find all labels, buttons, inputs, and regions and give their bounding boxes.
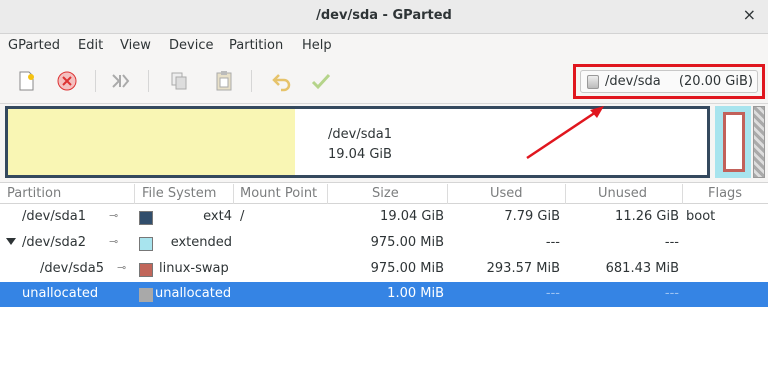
partition-table-header: Partition File System Mount Point Size U… xyxy=(0,182,768,204)
partition-name: /dev/sda1 xyxy=(22,209,86,224)
diskmap-unallocated[interactable] xyxy=(753,106,765,178)
table-row[interactable]: /dev/sda1 ⊸ ext4 / 19.04 GiB 7.79 GiB 11… xyxy=(0,205,768,230)
used-space-bar xyxy=(8,109,295,175)
table-row[interactable]: unallocated unallocated 1.00 MiB --- --- xyxy=(0,282,768,307)
filesystem-color-swatch xyxy=(139,237,153,251)
key-icon: ⊸ xyxy=(109,209,119,222)
size-value: 1.00 MiB xyxy=(387,286,444,301)
col-flags[interactable]: Flags xyxy=(708,186,742,201)
paste-icon[interactable] xyxy=(212,69,236,93)
column-separator xyxy=(565,184,566,204)
filesystem-name: linux-swap xyxy=(159,261,229,276)
filesystem-color-swatch xyxy=(139,211,153,225)
menu-help[interactable]: Help xyxy=(302,38,332,53)
window-title: /dev/sda - GParted xyxy=(316,8,452,23)
menu-edit[interactable]: Edit xyxy=(78,38,103,53)
col-size[interactable]: Size xyxy=(372,186,399,201)
flags-value: boot xyxy=(686,209,716,224)
used-value: 7.79 GiB xyxy=(504,209,560,224)
menu-bar: GParted Edit View Device Partition Help xyxy=(0,34,768,60)
column-separator xyxy=(233,184,234,204)
partition-name: /dev/sda5 xyxy=(40,261,104,276)
diskmap-partition-swap[interactable] xyxy=(723,112,745,172)
harddisk-icon xyxy=(587,75,599,89)
used-value: --- xyxy=(545,286,560,301)
table-row[interactable]: /dev/sda2 ⊸ extended 975.00 MiB --- --- xyxy=(0,231,768,256)
toolbar-separator xyxy=(148,70,149,92)
diskmap-partition-sda1[interactable]: /dev/sda1 19.04 GiB xyxy=(5,106,710,178)
close-icon[interactable]: × xyxy=(743,5,756,24)
used-value: --- xyxy=(545,235,560,250)
expander-triangle-icon[interactable] xyxy=(6,238,16,245)
col-mountpoint[interactable]: Mount Point xyxy=(240,186,317,201)
diskmap-partition-extended[interactable] xyxy=(715,106,751,178)
key-icon: ⊸ xyxy=(117,261,127,274)
filesystem-name: ext4 xyxy=(203,209,232,224)
size-value: 975.00 MiB xyxy=(370,261,444,276)
partition-name: /dev/sda2 xyxy=(22,235,86,250)
menu-partition[interactable]: Partition xyxy=(229,38,283,53)
filesystem-color-swatch xyxy=(139,288,153,302)
key-icon: ⊸ xyxy=(109,235,119,248)
copy-icon[interactable] xyxy=(167,69,191,93)
menu-view[interactable]: View xyxy=(120,38,151,53)
toolbar-separator xyxy=(251,70,252,92)
diskmap-partition-size: 19.04 GiB xyxy=(328,147,392,162)
delete-icon[interactable] xyxy=(55,69,79,93)
menu-gparted[interactable]: GParted xyxy=(8,38,60,53)
device-size: (20.00 GiB) xyxy=(678,74,753,89)
title-bar: /dev/sda - GParted × xyxy=(0,0,768,34)
filesystem-name: extended xyxy=(170,235,232,250)
column-separator xyxy=(327,184,328,204)
unused-value: --- xyxy=(664,286,679,301)
new-icon[interactable] xyxy=(14,69,38,93)
mount-point: / xyxy=(240,209,245,224)
column-separator xyxy=(682,184,683,204)
col-unused[interactable]: Unused xyxy=(598,186,647,201)
apply-icon[interactable] xyxy=(309,69,333,93)
resize-move-icon[interactable] xyxy=(108,69,132,93)
filesystem-color-swatch xyxy=(139,263,153,277)
device-selector[interactable]: /dev/sda (20.00 GiB) xyxy=(580,70,758,93)
filesystem-name: unallocated xyxy=(155,286,232,301)
unused-value: 681.43 MiB xyxy=(605,261,679,276)
diskmap-partition-name: /dev/sda1 xyxy=(328,127,392,142)
used-value: 293.57 MiB xyxy=(486,261,560,276)
unused-value: --- xyxy=(664,235,679,250)
undo-icon[interactable] xyxy=(270,69,294,93)
partition-name: unallocated xyxy=(22,286,99,301)
size-value: 19.04 GiB xyxy=(380,209,444,224)
device-name: /dev/sda xyxy=(605,74,661,89)
size-value: 975.00 MiB xyxy=(370,235,444,250)
device-selector-highlight: /dev/sda (20.00 GiB) xyxy=(573,64,765,99)
col-used[interactable]: Used xyxy=(490,186,523,201)
unused-value: 11.26 GiB xyxy=(615,209,679,224)
column-separator xyxy=(447,184,448,204)
menu-device[interactable]: Device xyxy=(169,38,213,53)
table-row[interactable]: /dev/sda5 ⊸ linux-swap 975.00 MiB 293.57… xyxy=(0,257,768,282)
disk-map: /dev/sda1 19.04 GiB xyxy=(0,104,768,182)
col-filesystem[interactable]: File System xyxy=(142,186,216,201)
column-separator xyxy=(134,184,135,204)
col-partition[interactable]: Partition xyxy=(7,186,61,201)
toolbar-separator xyxy=(95,70,96,92)
